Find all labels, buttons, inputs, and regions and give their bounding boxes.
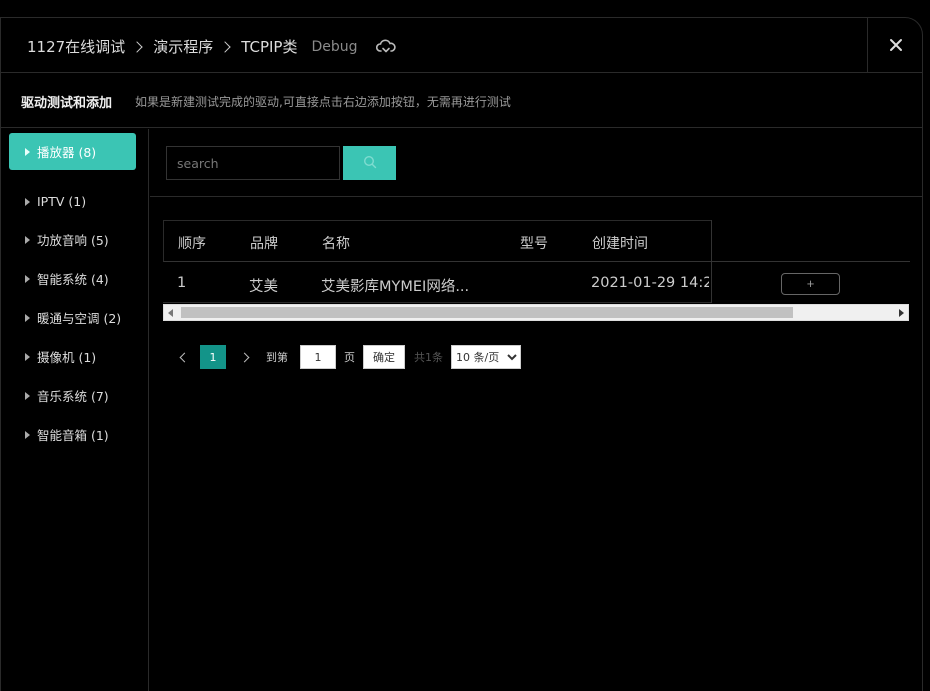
sidebar-item-music-system[interactable]: 音乐系统 (7) — [9, 377, 136, 414]
pagination: 1 到第 页 确定 共1条 10 条/页 — [163, 344, 521, 370]
sidebar-item-smart-system[interactable]: 智能系统 (4) — [9, 260, 136, 297]
cloud-sync-icon[interactable] — [375, 39, 396, 55]
driver-list-panel: 顺序 品牌 名称 型号 创建时间 1 艾美 艾美影库MYMEI网络... 202… — [150, 129, 922, 691]
chevron-left-icon[interactable] — [179, 352, 190, 362]
search-button[interactable] — [343, 146, 396, 180]
search-input[interactable] — [166, 146, 340, 180]
column-header-name[interactable]: 名称 — [322, 233, 350, 253]
sidebar-item-label: 播放器 (8) — [37, 145, 97, 160]
sidebar-item-label: 暖通与空调 (2) — [37, 311, 122, 326]
category-sidebar: 播放器 (8) IPTV (1) 功放音响 (5) 智能系统 (4) 暖通与空调… — [1, 129, 149, 691]
sidebar-item-amplifier[interactable]: 功放音响 (5) — [9, 221, 136, 258]
sidebar-item-label: 智能系统 (4) — [37, 272, 109, 287]
caret-right-icon — [25, 235, 30, 244]
goto-page-input[interactable] — [300, 345, 336, 369]
sidebar-item-label: 功放音响 (5) — [37, 233, 109, 248]
driver-test-bar: 驱动测试和添加 如果是新建测试完成的驱动,可直接点击右边添加按钮，无需再进行测试 — [1, 74, 922, 128]
close-divider — [867, 18, 868, 73]
scrollbar-thumb[interactable] — [181, 307, 793, 318]
sidebar-item-player[interactable]: 播放器 (8) — [9, 133, 136, 170]
section-title: 驱动测试和添加 — [21, 96, 113, 111]
breadcrumb-item-project[interactable]: 1127在线调试 — [27, 36, 125, 57]
sidebar-item-smart-speaker[interactable]: 智能音箱 (1) — [9, 416, 136, 453]
breadcrumb-item-category: TCPIP类 — [241, 38, 298, 56]
cell-brand: 艾美 — [249, 279, 278, 295]
cell-created: 2021-01-29 14:23 — [591, 275, 709, 291]
horizontal-scrollbar[interactable] — [163, 304, 909, 321]
page-button-current[interactable]: 1 — [200, 345, 226, 369]
sidebar-item-iptv[interactable]: IPTV (1) — [9, 183, 136, 220]
caret-right-icon — [25, 313, 30, 322]
caret-right-icon — [25, 352, 30, 361]
column-header-brand[interactable]: 品牌 — [250, 233, 278, 253]
breadcrumb: 1127在线调试 演示程序 TCPIP类 Debug — [27, 36, 396, 57]
confirm-button[interactable]: 确定 — [363, 345, 405, 369]
chevron-right-icon — [219, 40, 231, 53]
scroll-right-icon[interactable] — [899, 309, 904, 317]
title-bar: 1127在线调试 演示程序 TCPIP类 Debug — [1, 18, 922, 73]
chevron-right-icon[interactable] — [239, 352, 250, 362]
page-size-select[interactable]: 10 条/页 — [451, 345, 521, 369]
column-header-index[interactable]: 顺序 — [178, 233, 206, 253]
divider — [712, 261, 910, 262]
caret-right-icon — [25, 391, 30, 400]
debug-mode-label: Debug — [311, 38, 358, 55]
caret-right-icon — [25, 430, 30, 439]
cell-name: 艾美影库MYMEI网络... — [321, 279, 470, 295]
sidebar-item-hvac[interactable]: 暖通与空调 (2) — [9, 299, 136, 336]
sidebar-item-camera[interactable]: 摄像机 (1) — [9, 338, 136, 375]
caret-right-icon — [25, 274, 30, 283]
cell-index: 1 — [177, 275, 187, 291]
breadcrumb-item-program[interactable]: 演示程序 — [153, 36, 213, 57]
goto-label: 到第 — [266, 351, 288, 364]
driver-table: 顺序 品牌 名称 型号 创建时间 1 艾美 艾美影库MYMEI网络... 202… — [163, 220, 910, 323]
sidebar-item-label: IPTV (1) — [37, 194, 87, 209]
search-bar — [150, 129, 922, 197]
action-column: + — [711, 220, 910, 303]
scroll-left-icon[interactable] — [168, 309, 173, 317]
sidebar-item-label: 智能音箱 (1) — [37, 428, 109, 443]
sidebar-item-label: 音乐系统 (7) — [37, 389, 109, 404]
column-header-created[interactable]: 创建时间 — [592, 233, 648, 253]
caret-right-icon — [25, 197, 30, 206]
page-unit-label: 页 — [344, 351, 355, 364]
total-count: 共1条 — [414, 351, 443, 364]
driver-dialog: 1127在线调试 演示程序 TCPIP类 Debug 驱动测试和添加 如果是新建… — [0, 17, 923, 691]
close-icon[interactable] — [885, 34, 907, 56]
chevron-right-icon — [131, 40, 143, 53]
search-icon — [363, 155, 377, 172]
caret-right-icon — [25, 147, 30, 156]
add-driver-button[interactable]: + — [781, 273, 840, 295]
sidebar-item-label: 摄像机 (1) — [37, 350, 97, 365]
section-hint: 如果是新建测试完成的驱动,可直接点击右边添加按钮，无需再进行测试 — [135, 95, 511, 109]
column-header-model[interactable]: 型号 — [520, 233, 548, 253]
